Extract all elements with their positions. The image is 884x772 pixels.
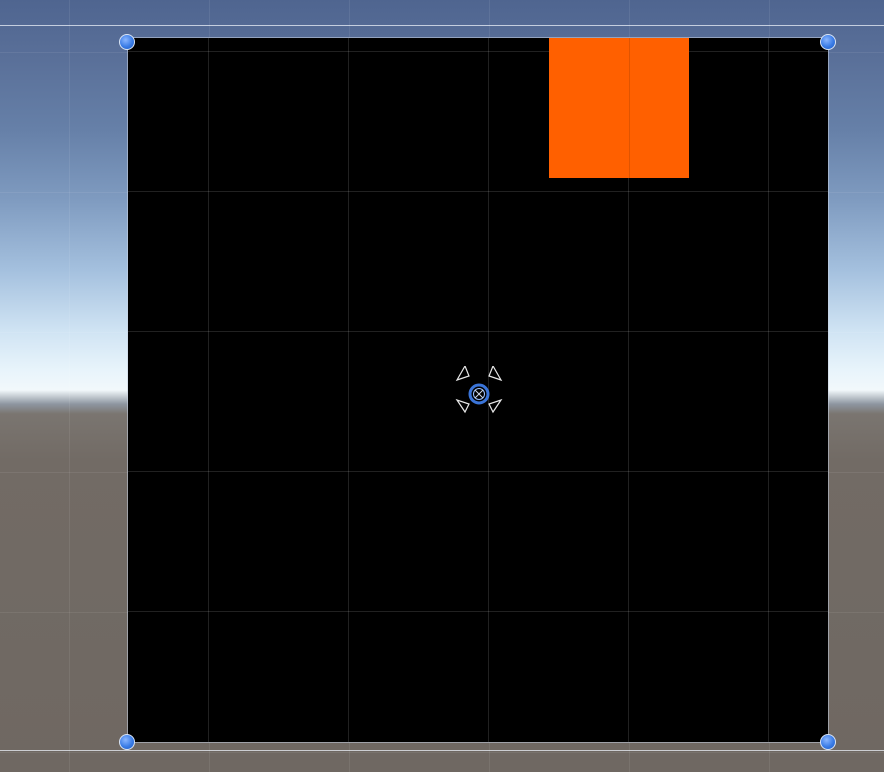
anchor-icon bbox=[455, 364, 503, 414]
rect-handle-top-right[interactable] bbox=[820, 34, 836, 50]
anchor-triangle-top-right[interactable] bbox=[488, 364, 503, 382]
viewport-bound-top-line bbox=[0, 25, 884, 26]
anchor-pivot-gizmo[interactable] bbox=[455, 364, 503, 414]
rect-handle-top-left[interactable] bbox=[119, 34, 135, 50]
rect-handle-bottom-right[interactable] bbox=[820, 734, 836, 750]
orange-panel[interactable] bbox=[549, 38, 689, 178]
viewport-bound-bottom-line bbox=[0, 750, 884, 751]
anchor-triangle-top-left[interactable] bbox=[455, 364, 470, 382]
scene-view-viewport[interactable] bbox=[0, 0, 884, 772]
anchor-triangle-bottom-right[interactable] bbox=[488, 398, 503, 414]
anchor-triangle-bottom-left[interactable] bbox=[455, 398, 470, 414]
rect-handle-bottom-left[interactable] bbox=[119, 734, 135, 750]
